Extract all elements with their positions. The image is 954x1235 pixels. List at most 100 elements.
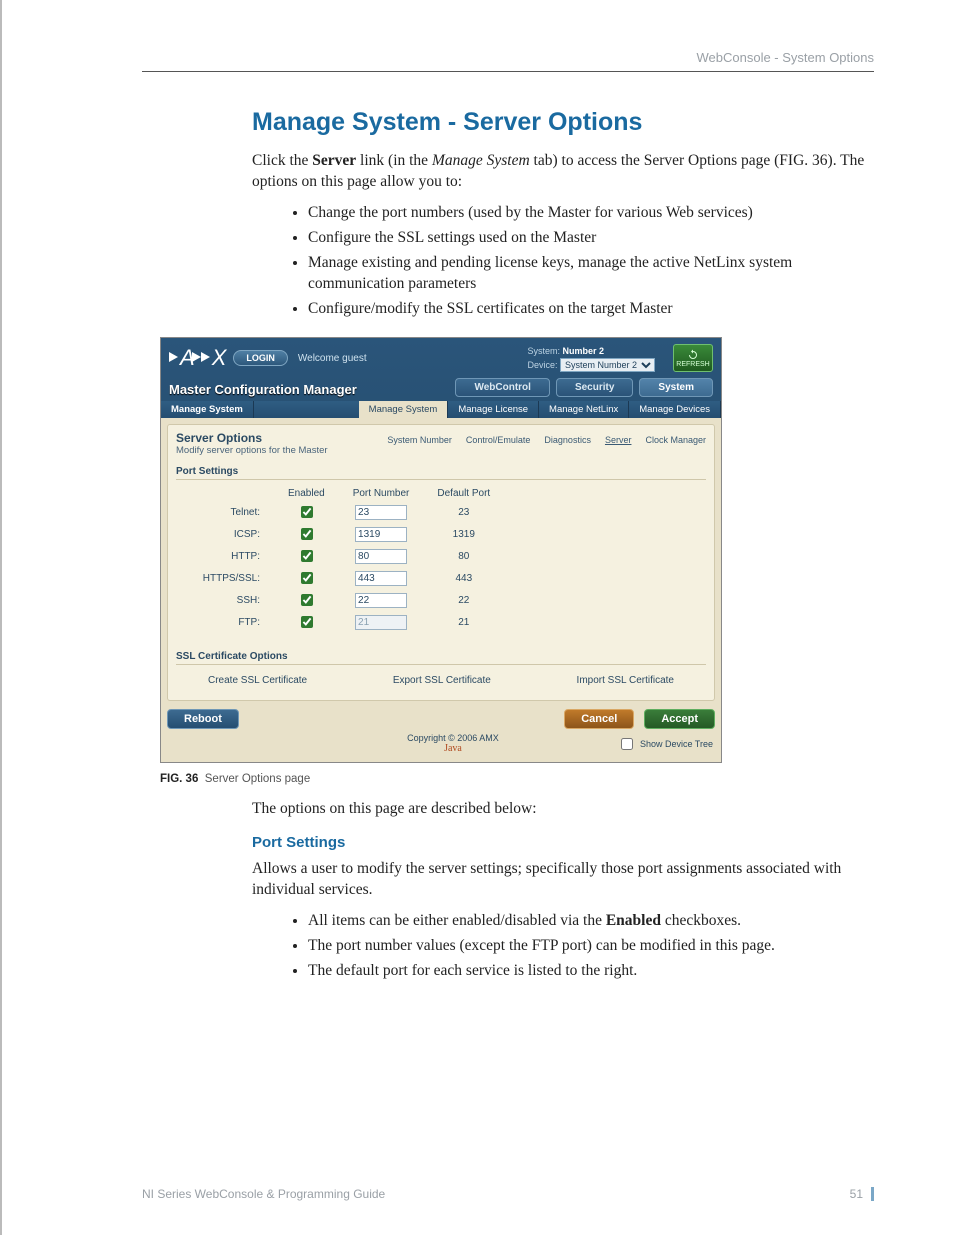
- server-options-title: Server Options: [176, 431, 328, 445]
- bullet-enabled-word: Enabled: [606, 912, 661, 929]
- mcm-row: Master Configuration Manager WebControl …: [161, 378, 721, 401]
- show-device-tree-label: Show Device Tree: [640, 739, 713, 749]
- port-settings-para: Allows a user to modify the server setti…: [252, 859, 874, 982]
- show-device-tree-checkbox[interactable]: [621, 738, 633, 750]
- copyright-text: Copyright © 2006 AMX: [407, 733, 499, 743]
- ssh-port-input[interactable]: [355, 593, 407, 608]
- system-label: System:: [527, 346, 560, 356]
- ui-header: AX LOGIN Welcome guest System: Number 2 …: [161, 338, 721, 378]
- ui-footer: Copyright © 2006 AMX Java Show Device Tr…: [161, 729, 721, 762]
- ssl-options-header: SSL Certificate Options: [176, 651, 706, 665]
- after-figure-text: The options on this page are described b…: [252, 799, 874, 820]
- telnet-port-input[interactable]: [355, 505, 407, 520]
- tab-manage-netlinx[interactable]: Manage NetLinx: [539, 401, 629, 418]
- ftp-enabled-checkbox[interactable]: [301, 616, 313, 628]
- welcome-text: Welcome guest: [298, 353, 367, 364]
- footer-guide-title: NI Series WebConsole & Programming Guide: [142, 1187, 385, 1201]
- https-default: 443: [423, 567, 504, 589]
- https-enabled-checkbox[interactable]: [301, 572, 313, 584]
- https-port-input[interactable]: [355, 571, 407, 586]
- telnet-enabled-checkbox[interactable]: [301, 506, 313, 518]
- show-device-tree-toggle[interactable]: Show Device Tree: [617, 735, 713, 753]
- intro-text: Click the: [252, 152, 312, 169]
- server-subnav: System Number Control/Emulate Diagnostic…: [328, 435, 706, 456]
- login-button[interactable]: LOGIN: [233, 350, 288, 366]
- port-bullets: All items can be either enabled/disabled…: [308, 911, 874, 982]
- action-row: Reboot Cancel Accept: [167, 709, 715, 729]
- port-para-text: Allows a user to modify the server setti…: [252, 859, 874, 901]
- figure-text: Server Options page: [205, 773, 310, 785]
- subnav-system-number[interactable]: System Number: [387, 435, 452, 456]
- refresh-button[interactable]: REFRESH: [673, 344, 713, 372]
- import-ssl-link[interactable]: Import SSL Certificate: [577, 675, 674, 686]
- tab-webcontrol[interactable]: WebControl: [455, 378, 549, 397]
- bar-left-label: Manage System: [161, 401, 254, 418]
- amx-logo: AX: [169, 345, 223, 371]
- tab-security[interactable]: Security: [556, 378, 633, 397]
- bullet-item: The port number values (except the FTP p…: [308, 936, 874, 957]
- figure-caption: FIG. 36 Server Options page: [160, 773, 874, 785]
- bullet-item: The default port for each service is lis…: [308, 961, 874, 982]
- table-row: HTTPS/SSL: 443: [176, 567, 504, 589]
- intro-server-word: Server: [312, 152, 356, 169]
- reboot-button[interactable]: Reboot: [167, 709, 239, 729]
- page: WebConsole - System Options Manage Syste…: [0, 0, 954, 1235]
- ssl-links-row: Create SSL Certificate Export SSL Certif…: [208, 675, 674, 686]
- subnav-clock-manager[interactable]: Clock Manager: [645, 435, 706, 456]
- telnet-default: 23: [423, 501, 504, 523]
- bullet-item: Configure the SSL settings used on the M…: [308, 228, 874, 249]
- intro-bullets: Change the port numbers (used by the Mas…: [308, 203, 874, 320]
- bullet-item: Manage existing and pending license keys…: [308, 253, 874, 295]
- bullet-text: checkboxes.: [661, 912, 741, 929]
- ui-body: Manage System Manage System Manage Licen…: [161, 401, 721, 762]
- port-settings-header: Port Settings: [176, 466, 706, 480]
- export-ssl-link[interactable]: Export SSL Certificate: [393, 675, 491, 686]
- port-settings-subhead: Port Settings: [252, 834, 874, 851]
- device-select[interactable]: System Number 2: [560, 358, 655, 372]
- server-options-subtitle: Modify server options for the Master: [176, 445, 328, 456]
- http-enabled-checkbox[interactable]: [301, 550, 313, 562]
- row-label-http: HTTP:: [176, 545, 274, 567]
- cancel-button[interactable]: Cancel: [564, 709, 634, 729]
- figure-36: AX LOGIN Welcome guest System: Number 2 …: [160, 337, 874, 763]
- port-settings-table: Enabled Port Number Default Port Telnet:…: [176, 486, 504, 633]
- tab-system[interactable]: System: [639, 378, 713, 397]
- icsp-default: 1319: [423, 523, 504, 545]
- running-head: WebConsole - System Options: [142, 50, 874, 72]
- footer-page-number: 51: [850, 1187, 863, 1201]
- table-row: ICSP: 1319: [176, 523, 504, 545]
- intro-managesystem-word: Manage System: [432, 152, 530, 169]
- figure-label: FIG. 36: [160, 773, 198, 785]
- tab-manage-devices[interactable]: Manage Devices: [629, 401, 721, 418]
- ui-screenshot: AX LOGIN Welcome guest System: Number 2 …: [160, 337, 722, 763]
- subnav-diagnostics[interactable]: Diagnostics: [544, 435, 591, 456]
- java-logo: Java: [407, 743, 499, 754]
- tab-manage-license[interactable]: Manage License: [448, 401, 539, 418]
- table-row: HTTP: 80: [176, 545, 504, 567]
- col-port-number: Port Number: [339, 486, 424, 501]
- icsp-enabled-checkbox[interactable]: [301, 528, 313, 540]
- ssh-enabled-checkbox[interactable]: [301, 594, 313, 606]
- subnav-control-emulate[interactable]: Control/Emulate: [466, 435, 531, 456]
- accept-button[interactable]: Accept: [644, 709, 715, 729]
- create-ssl-link[interactable]: Create SSL Certificate: [208, 675, 307, 686]
- after-figure-para: The options on this page are described b…: [252, 799, 874, 820]
- system-value: Number 2: [563, 346, 605, 356]
- bullet-item: Configure/modify the SSL certificates on…: [308, 299, 874, 320]
- page-footer: NI Series WebConsole & Programming Guide…: [142, 1187, 874, 1201]
- row-label-telnet: Telnet:: [176, 501, 274, 523]
- table-row: SSH: 22: [176, 589, 504, 611]
- refresh-label: REFRESH: [676, 361, 709, 368]
- bullet-item: All items can be either enabled/disabled…: [308, 911, 874, 932]
- ssh-default: 22: [423, 589, 504, 611]
- mcm-title: Master Configuration Manager: [169, 382, 357, 397]
- table-row: FTP: 21: [176, 611, 504, 633]
- http-port-input[interactable]: [355, 549, 407, 564]
- bullet-text: All items can be either enabled/disabled…: [308, 912, 606, 929]
- server-options-panel: Server Options Modify server options for…: [167, 424, 715, 701]
- tab-manage-system[interactable]: Manage System: [359, 401, 449, 418]
- main-tabs: WebControl Security System: [455, 378, 713, 397]
- intro-paragraph: Click the Server link (in the Manage Sys…: [252, 151, 874, 319]
- icsp-port-input[interactable]: [355, 527, 407, 542]
- subnav-server[interactable]: Server: [605, 435, 632, 456]
